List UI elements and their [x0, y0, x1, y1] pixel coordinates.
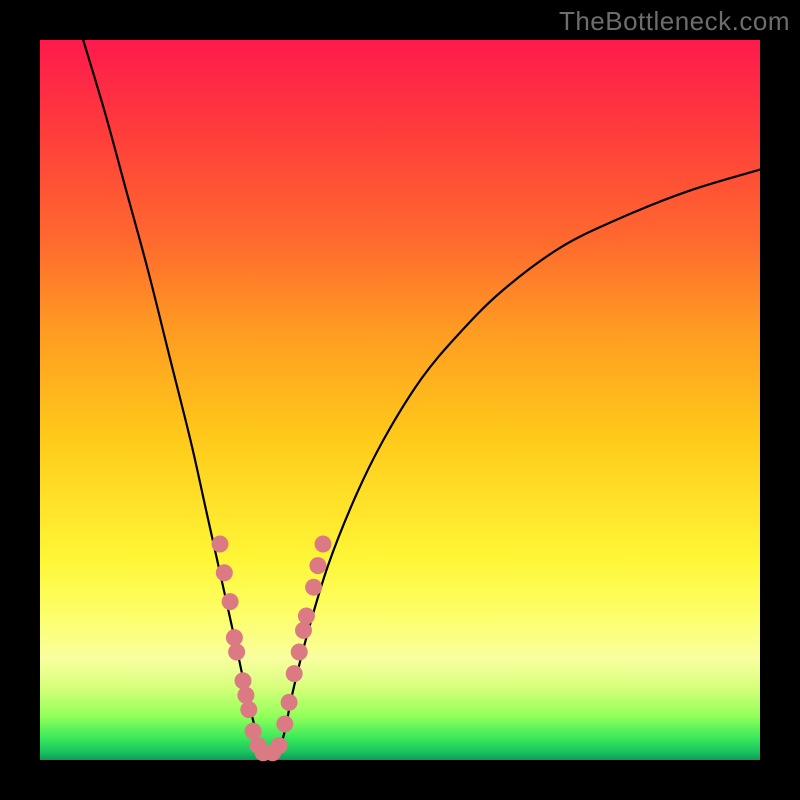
data-marker — [226, 629, 243, 646]
data-marker — [315, 536, 332, 553]
watermark-text: TheBottleneck.com — [559, 6, 790, 37]
data-marker — [228, 644, 245, 661]
plot-area — [40, 40, 760, 760]
data-marker — [291, 644, 308, 661]
data-marker — [237, 687, 254, 704]
data-marker — [295, 622, 312, 639]
data-marker — [212, 536, 229, 553]
data-marker — [271, 737, 288, 754]
data-marker — [309, 557, 326, 574]
marker-group — [212, 536, 332, 762]
data-marker — [276, 716, 293, 733]
data-marker — [222, 593, 239, 610]
data-marker — [286, 665, 303, 682]
chart-frame: TheBottleneck.com — [0, 0, 800, 800]
chart-svg — [40, 40, 760, 760]
data-marker — [240, 701, 257, 718]
data-marker — [305, 579, 322, 596]
data-marker — [298, 608, 315, 625]
data-marker — [216, 564, 233, 581]
data-marker — [235, 672, 252, 689]
bottleneck-curve — [83, 40, 760, 760]
data-marker — [281, 694, 298, 711]
